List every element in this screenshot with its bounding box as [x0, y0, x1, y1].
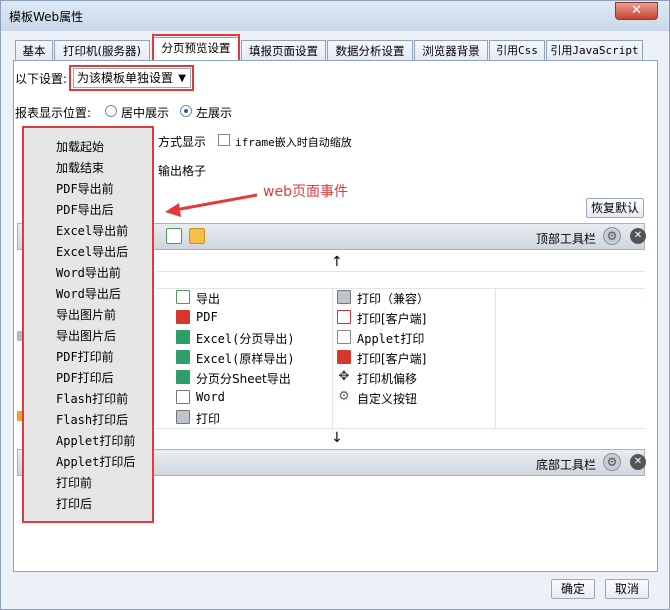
grid-line	[332, 288, 333, 428]
menu-item-pdf-export-before[interactable]: PDF导出前	[56, 180, 114, 197]
radio-center[interactable]	[105, 105, 117, 117]
menu-item-word-export-before[interactable]: Word导出前	[56, 264, 121, 281]
cancel-button[interactable]: 取消	[605, 579, 649, 599]
print-icon	[176, 410, 190, 424]
menu-item-excel-export-before[interactable]: Excel导出前	[56, 222, 128, 239]
menu-item-load-end[interactable]: 加载结束	[56, 159, 104, 176]
excel-icon	[176, 350, 190, 364]
tab-printer-server[interactable]: 打印机(服务器)	[54, 40, 150, 62]
move-icon: ✥	[338, 369, 350, 384]
menu-item-excel-export-after[interactable]: Excel导出后	[56, 243, 128, 260]
close-icon[interactable]: ✕	[630, 228, 646, 244]
menu-item-image-export-after[interactable]: 导出图片后	[56, 327, 116, 344]
position-label: 报表显示位置:	[15, 106, 92, 120]
export-icon	[176, 290, 190, 304]
dialog-window: 模板Web属性 ✕ 基本 打印机(服务器) 分页预览设置 填报页面设置 数据分析…	[0, 0, 670, 610]
grid-line	[156, 271, 645, 272]
restore-default-button[interactable]: 恢复默认	[586, 198, 644, 218]
annotation-arrow-icon	[165, 193, 258, 217]
gear-icon[interactable]: ⚙	[603, 227, 621, 245]
word-icon	[176, 390, 190, 404]
menu-item-applet-print-before[interactable]: Applet打印前	[56, 432, 135, 449]
top-toolbar-label: 顶部工具栏	[536, 232, 597, 246]
select-highlight-box	[69, 65, 194, 91]
tab-basic[interactable]: 基本	[15, 40, 53, 62]
print-icon	[337, 290, 351, 304]
menu-item-print-after[interactable]: 打印后	[56, 495, 92, 512]
menu-item-flash-print-before[interactable]: Flash打印前	[56, 390, 128, 407]
annotation-text: web页面事件	[263, 184, 348, 200]
tab-css[interactable]: 引用Css	[489, 40, 545, 62]
arrow-down-icon[interactable]: ↓	[331, 430, 343, 446]
tab-browser-background[interactable]: 浏览器背景	[414, 40, 488, 62]
menu-item-pdf-print-before[interactable]: PDF打印前	[56, 348, 114, 365]
web-events-menu: 加载起始 加载结束 PDF导出前 PDF导出后 Excel导出前 Excel导出…	[22, 126, 154, 523]
close-button[interactable]: ✕	[615, 2, 658, 20]
ok-button[interactable]: 确定	[551, 579, 595, 599]
pdf-print-icon	[337, 350, 351, 364]
settings-label: 以下设置:	[15, 72, 68, 86]
radio-left-label: 左展示	[196, 106, 233, 120]
grid-line	[156, 288, 645, 289]
arrow-up-icon[interactable]: ↑	[331, 254, 343, 270]
iframe-scale-checkbox[interactable]	[218, 134, 230, 146]
tab-fill-page[interactable]: 填报页面设置	[241, 40, 326, 62]
menu-item-pdf-print-after[interactable]: PDF打印后	[56, 369, 114, 386]
menu-item-pdf-export-after[interactable]: PDF导出后	[56, 201, 114, 218]
menu-item-applet-print-after[interactable]: Applet打印后	[56, 453, 135, 470]
menu-item-flash-print-after[interactable]: Flash打印后	[56, 411, 128, 428]
close-icon[interactable]: ✕	[630, 454, 646, 470]
radio-center-label: 居中展示	[121, 106, 170, 120]
excel-icon	[176, 370, 190, 384]
bottom-toolbar-label: 底部工具栏	[536, 458, 597, 472]
menu-item-load-start[interactable]: 加载起始	[56, 138, 104, 155]
grid-line	[156, 428, 645, 429]
applet-icon	[337, 330, 351, 344]
window-title: 模板Web属性	[9, 10, 84, 24]
grid-line	[495, 288, 496, 428]
title-bar: 模板Web属性 ✕	[1, 1, 669, 31]
excel-icon	[176, 330, 190, 344]
tab-highlight-box	[152, 34, 240, 62]
export-grid-label: 输出格子	[158, 164, 207, 178]
menu-item-word-export-after[interactable]: Word导出后	[56, 285, 121, 302]
tab-data-analysis[interactable]: 数据分析设置	[327, 40, 413, 62]
gear-icon[interactable]: ⚙	[603, 453, 621, 471]
client-print-icon	[337, 310, 351, 324]
radio-left[interactable]	[180, 105, 192, 117]
export-icon[interactable]	[166, 228, 182, 244]
gear-icon: ⚙	[338, 389, 350, 404]
menu-item-image-export-before[interactable]: 导出图片前	[56, 306, 116, 323]
show-mode-label: 方式显示	[158, 135, 207, 149]
pdf-icon	[176, 310, 190, 324]
iframe-scale-label: iframe嵌入时自动缩放	[235, 136, 352, 149]
menu-item-print-before[interactable]: 打印前	[56, 474, 92, 491]
email-icon[interactable]	[189, 228, 205, 244]
tab-javascript[interactable]: 引用JavaScript	[546, 40, 643, 62]
